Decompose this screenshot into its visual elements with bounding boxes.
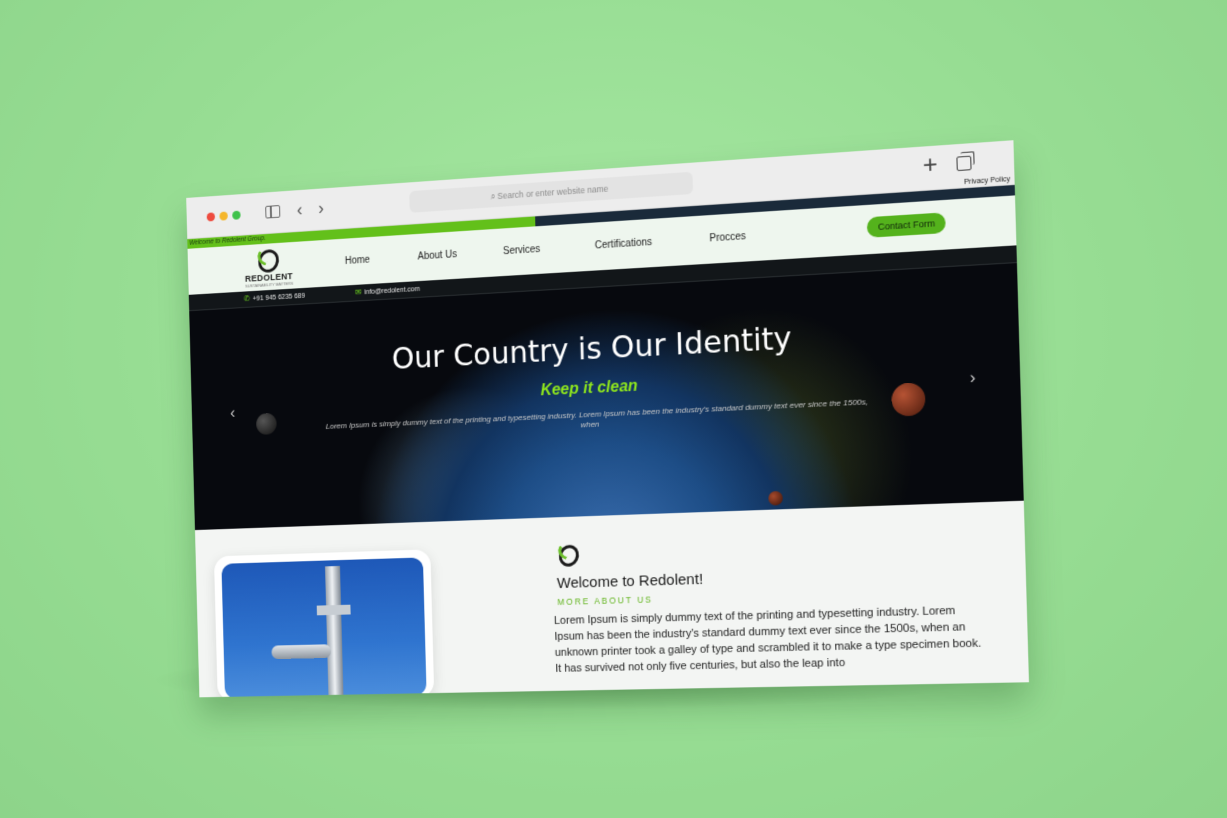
minimize-window-button[interactable] [219, 211, 227, 220]
close-window-button[interactable] [207, 212, 215, 221]
phone-contact[interactable]: ✆ +91 945 6235 689 [244, 291, 306, 303]
address-bar[interactable]: ⌕ Search or enter website name [409, 172, 693, 213]
phone-icon: ✆ [244, 294, 250, 303]
nav-certifications[interactable]: Certifications [595, 237, 653, 252]
tab-overview-icon[interactable] [956, 156, 971, 172]
email-address: info@redolent.com [364, 286, 420, 296]
mockup-stage: ‹ › ⌕ Search or enter website name + Wel… [0, 0, 1227, 818]
planet-decoration [256, 413, 277, 435]
nav-services[interactable]: Services [503, 244, 541, 257]
nav-procces[interactable]: Procces [709, 231, 746, 244]
about-logo-icon [555, 542, 582, 571]
forward-arrow-icon[interactable]: › [318, 198, 324, 219]
about-text: Lorem Ipsum is simply dummy text of the … [554, 602, 984, 677]
new-tab-icon[interactable]: + [922, 151, 938, 181]
more-about-us-link[interactable]: MORE ABOUT US [557, 594, 653, 607]
sidebar-toggle-icon[interactable] [265, 205, 280, 219]
browser-window: ‹ › ⌕ Search or enter website name + Wel… [186, 140, 1029, 697]
nav-about-us[interactable]: About Us [417, 249, 457, 262]
mail-icon: ✉ [355, 287, 362, 296]
nav-home[interactable]: Home [345, 255, 370, 267]
hero-slider: ‹ › Our Country is Our Identity Keep it … [189, 263, 1024, 530]
planet-decoration [768, 491, 783, 506]
contact-form-button[interactable]: Contact Form [867, 212, 946, 237]
maximize-window-button[interactable] [232, 211, 240, 220]
planet-decoration [891, 382, 925, 417]
about-image-card [214, 549, 434, 697]
email-contact[interactable]: ✉ info@redolent.com [355, 284, 420, 297]
site-logo[interactable]: REDOLENT SUSTAINABILITY MATTERS [244, 248, 293, 289]
chimney-graphic [325, 566, 344, 697]
address-placeholder: Search or enter website name [497, 184, 608, 201]
about-title: Welcome to Redolent! [557, 571, 704, 592]
industrial-chimney-photo [221, 557, 426, 697]
back-arrow-icon[interactable]: ‹ [297, 200, 303, 221]
about-section: Welcome to Redolent! MORE ABOUT US Lorem… [195, 501, 1029, 698]
phone-number: +91 945 6235 689 [253, 293, 306, 303]
